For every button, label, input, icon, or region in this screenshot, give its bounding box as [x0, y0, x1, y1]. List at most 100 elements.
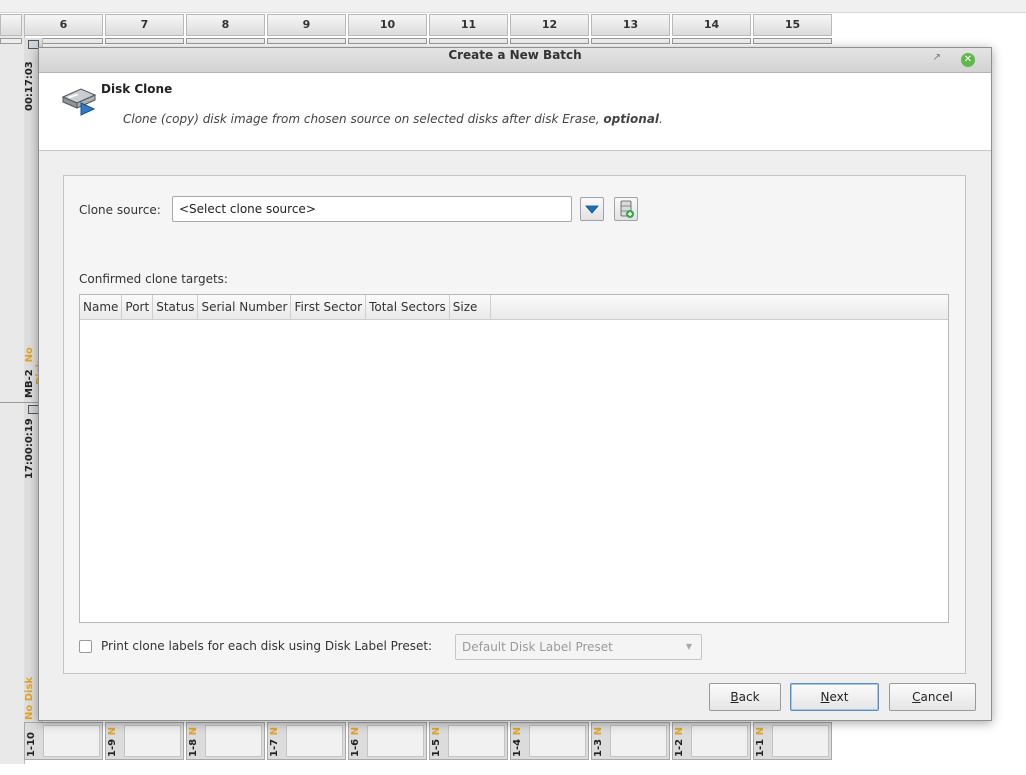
clone-targets-table[interactable]: Name Port Status Serial Number First Sec… [79, 294, 949, 623]
slot-status-text: N [512, 727, 523, 736]
slot-label: 1-7 N [269, 727, 285, 757]
column-header[interactable]: 9 [267, 14, 346, 36]
clone-targets-label: Confirmed clone targets: [79, 272, 228, 286]
add-image-source-button[interactable] [614, 197, 638, 221]
slot-label-text: 1-1 [755, 738, 766, 757]
slot-label-text: 1-9 [107, 738, 118, 757]
slot-cell[interactable]: 1-6 N [348, 722, 427, 760]
slot-display [772, 725, 829, 757]
slot-indicator [753, 38, 832, 44]
column-header[interactable]: 15 [753, 14, 832, 36]
column-header[interactable]: 8 [186, 14, 265, 36]
slot-indicator [186, 38, 265, 44]
slot-cell[interactable]: 1-5 N [429, 722, 508, 760]
header-title: Disk Clone [101, 82, 173, 96]
slot-display [124, 725, 181, 757]
disk-clone-icon [61, 88, 97, 116]
subtitle-period: . [659, 112, 663, 126]
slot-indicator [672, 38, 751, 44]
slot-indicator [429, 38, 508, 44]
slot-indicator [591, 38, 670, 44]
back-button[interactable]: Back [709, 683, 781, 711]
slot-label-text: 1-2 [674, 738, 685, 757]
slot-cell[interactable]: 1-9 N [105, 722, 184, 760]
slot-cell[interactable]: 1-3 N [591, 722, 670, 760]
top-toolbar [0, 0, 1026, 13]
slot-label: 1-1 N [755, 727, 771, 757]
column-header[interactable]: 7 [105, 14, 184, 36]
slot-display [205, 725, 262, 757]
subtitle-text: Clone (copy) disk image from chosen sour… [123, 112, 604, 126]
close-icon[interactable]: ✕ [961, 53, 975, 67]
slot-status-text: N [350, 727, 361, 736]
slot-label-text: 1-5 [431, 738, 442, 757]
slot-cell[interactable]: 1-2 N [672, 722, 751, 760]
slot-indicator [105, 38, 184, 44]
slot-label-text: 1-6 [350, 738, 361, 757]
lower-status-text: No Disk [24, 676, 35, 720]
slot-cell[interactable]: 1-10 [24, 722, 103, 760]
slot-label: 1-3 N [593, 727, 609, 757]
slot-indicator-row [0, 38, 834, 44]
bottom-slot-row: 1-10 1-9 N 1-8 N 1-7 N 1-6 N 1-5 N 1-4 N… [24, 722, 834, 762]
slot-status-text: N [269, 727, 280, 736]
slot-display [529, 725, 586, 757]
subtitle-optional: optional [603, 112, 660, 126]
slot-indicator [510, 38, 589, 44]
column-header-first-sector[interactable]: First Sector [291, 295, 367, 319]
column-header-total-sectors[interactable]: Total Sectors [366, 295, 450, 319]
slot-cell[interactable]: 1-7 N [267, 722, 346, 760]
slot-cell[interactable]: 1-8 N [186, 722, 265, 760]
restore-icon[interactable]: ↗ [933, 52, 941, 63]
slot-indicator [267, 38, 346, 44]
slot-display [286, 725, 343, 757]
slot-indicator [348, 38, 427, 44]
column-header[interactable]: 10 [348, 14, 427, 36]
upper-slot-label: MB-2 [24, 369, 35, 399]
clone-source-input[interactable] [172, 196, 572, 222]
column-header-name[interactable]: Name [80, 295, 123, 319]
preset-value: Default Disk Label Preset [462, 640, 613, 654]
column-header[interactable]: 11 [429, 14, 508, 36]
slot-label-text: 1-7 [269, 738, 280, 757]
chevron-down-icon: ▼ [685, 642, 692, 651]
column-header-blank [0, 14, 22, 36]
print-labels-label: Print clone labels for each disk using D… [101, 639, 433, 653]
column-header[interactable]: 13 [591, 14, 670, 36]
column-header-size[interactable]: Size [450, 295, 491, 319]
slot-display [43, 725, 100, 757]
slot-status-text: N [188, 727, 199, 736]
slot-status-text: N [593, 727, 604, 736]
slot-label: 1-6 N [350, 727, 366, 757]
cancel-mnemonic: C [912, 690, 921, 704]
disk-label-preset-select[interactable]: Default Disk Label Preset ▼ [455, 634, 702, 660]
cancel-label: ancel [920, 690, 953, 704]
column-header[interactable]: 6 [24, 14, 103, 36]
slot-label-text: 1-8 [188, 738, 199, 757]
column-header-status[interactable]: Status [153, 295, 199, 319]
slot-indicator [0, 38, 22, 44]
slot-display [448, 725, 505, 757]
table-header-row: Name Port Status Serial Number First Sec… [80, 295, 948, 320]
slot-status-text: N [674, 727, 685, 736]
column-header-serial-number[interactable]: Serial Number [198, 295, 292, 319]
slot-display [691, 725, 748, 757]
dialog-titlebar[interactable]: Create a New Batch ↗ ✕ [39, 48, 991, 73]
back-label: ack [738, 690, 760, 704]
column-header[interactable]: 12 [510, 14, 589, 36]
column-header[interactable]: 14 [672, 14, 751, 36]
slot-cell[interactable]: 1-4 N [510, 722, 589, 760]
slot-label: 1-4 N [512, 727, 528, 757]
slot-cell[interactable]: 1-1 N [753, 722, 832, 760]
create-batch-dialog: Create a New Batch ↗ ✕ Disk Clone Clone … [38, 47, 992, 721]
slot-display [367, 725, 424, 757]
cancel-button[interactable]: Cancel [889, 683, 976, 711]
print-labels-checkbox[interactable] [79, 640, 92, 653]
slot-label: 1-8 N [188, 727, 204, 757]
next-mnemonic: N [820, 690, 830, 704]
slot-status-text: N [755, 727, 766, 736]
add-database-icon [620, 200, 634, 218]
column-header-port[interactable]: Port [122, 295, 154, 319]
next-button[interactable]: Next [790, 683, 879, 711]
clone-source-dropdown-button[interactable] [580, 197, 604, 221]
